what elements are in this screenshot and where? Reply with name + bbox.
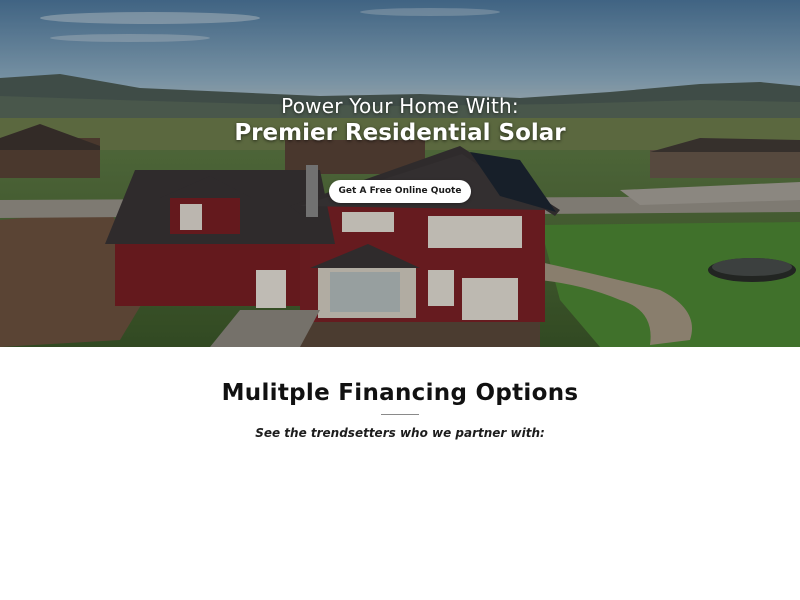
section-subtitle: See the trendsetters who we partner with… xyxy=(255,426,545,440)
financing-section: Mulitple Financing Options See the trend… xyxy=(0,347,800,600)
hero-banner: Power Your Home With: Premier Residentia… xyxy=(0,0,800,347)
section-title: Mulitple Financing Options xyxy=(221,380,579,406)
hero-heading-line2: Premier Residential Solar xyxy=(234,120,566,146)
hero-heading-line1: Power Your Home With: xyxy=(281,94,519,118)
free-quote-button[interactable]: Get A Free Online Quote xyxy=(329,180,471,203)
hero-overlay: Power Your Home With: Premier Residentia… xyxy=(0,0,800,347)
title-divider xyxy=(381,414,419,415)
